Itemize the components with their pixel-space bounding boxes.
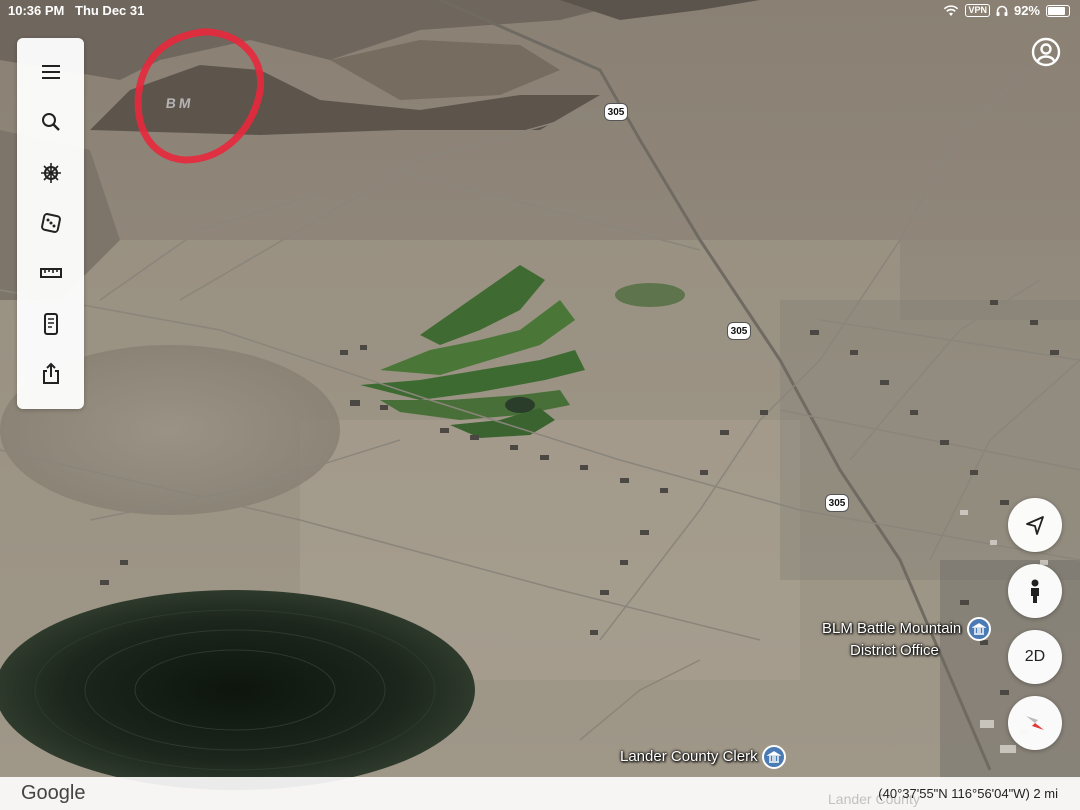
- account-button[interactable]: [1031, 37, 1061, 67]
- road-shield: 305: [604, 103, 628, 121]
- place-county-clerk[interactable]: Lander County Clerk: [620, 745, 786, 769]
- satellite-map[interactable]: [0, 0, 1080, 810]
- status-bar: 10:36 PM Thu Dec 31 VPN 92%: [0, 0, 1080, 22]
- voyager-button[interactable]: [17, 151, 84, 195]
- compass-icon: [1026, 716, 1044, 730]
- coordinates-readout: (40°37'55"N 116°56'04"W) 2 mi: [878, 786, 1058, 801]
- share-button[interactable]: [17, 352, 84, 396]
- tablet-icon: [43, 313, 58, 335]
- menu-icon: [41, 65, 60, 79]
- toggle-2d-label: 2D: [1024, 648, 1046, 665]
- toggle-2d-button[interactable]: 2D: [1008, 630, 1062, 684]
- compass-button[interactable]: [1008, 696, 1062, 750]
- location-arrow-icon: [1026, 516, 1044, 535]
- pegman-icon: [1031, 579, 1039, 603]
- status-indicators: VPN 92%: [943, 3, 1070, 18]
- feeling-lucky-button[interactable]: [17, 201, 84, 245]
- road-shield: 305: [825, 494, 849, 512]
- status-date: Thu Dec 31: [75, 3, 145, 18]
- my-location-button[interactable]: [1008, 498, 1062, 552]
- street-view-button[interactable]: [1008, 564, 1062, 618]
- menu-button[interactable]: [17, 50, 84, 94]
- place-blm-office[interactable]: BLM Battle Mountain District Office: [822, 617, 1002, 661]
- dice-icon: [40, 213, 61, 233]
- search-icon: [41, 113, 60, 131]
- left-toolbar: [17, 38, 84, 409]
- place-blm-line1: BLM Battle Mountain: [822, 619, 962, 637]
- projects-button[interactable]: [17, 302, 84, 346]
- measure-button[interactable]: [17, 251, 84, 295]
- vpn-badge: VPN: [965, 4, 990, 17]
- account-icon: [1031, 37, 1061, 67]
- road-shield: 305: [727, 322, 751, 340]
- place-clerk-label: Lander County Clerk: [620, 747, 758, 765]
- place-blm-line2: District Office: [850, 642, 939, 659]
- status-time: 10:36 PM: [8, 3, 65, 18]
- headphones-icon: [996, 5, 1008, 16]
- government-building-icon: [967, 617, 992, 641]
- ruler-icon: [39, 268, 62, 278]
- footer-bar: Google Lander County (40°37'55"N 116°56'…: [0, 777, 1080, 810]
- government-building-icon: [761, 745, 786, 769]
- battery-percent: 92%: [1013, 3, 1040, 18]
- map-annotation-text: BM: [164, 95, 195, 111]
- battery-icon: [1046, 4, 1070, 17]
- share-icon: [42, 362, 59, 384]
- search-button[interactable]: [17, 100, 84, 144]
- google-logo: Google: [21, 782, 86, 804]
- wifi-icon: [944, 4, 959, 16]
- ships-wheel-icon: [40, 163, 61, 183]
